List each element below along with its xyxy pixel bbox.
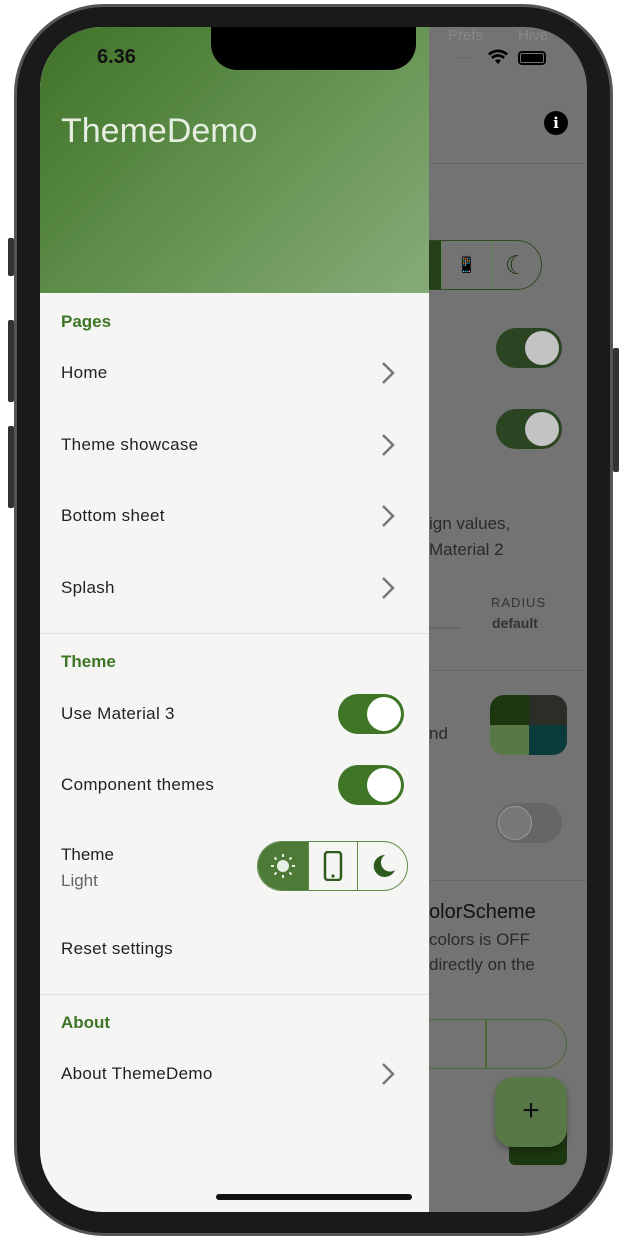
- reset-label: Reset settings: [61, 939, 173, 958]
- sun-icon: [270, 854, 295, 878]
- divider: [429, 163, 587, 164]
- chevron-right-icon: [382, 434, 395, 456]
- notch: [211, 27, 416, 70]
- status-time: 6.36: [97, 46, 136, 68]
- nav-item-about[interactable]: About ThemeDemo: [40, 1044, 429, 1104]
- volume-down-button: [8, 426, 14, 508]
- nav-item-bottom-sheet[interactable]: Bottom sheet: [40, 486, 429, 546]
- wifi-icon: [488, 49, 508, 64]
- bg-text: nd: [429, 724, 448, 743]
- power-button: [613, 348, 619, 472]
- theme-dark-option[interactable]: [357, 842, 407, 890]
- theme-system-option[interactable]: [307, 842, 358, 890]
- bg-text: directly on the: [429, 955, 535, 974]
- fab-add[interactable]: +: [495, 1077, 567, 1147]
- chevron-right-icon: [382, 505, 395, 527]
- reset-settings-item[interactable]: Reset settings: [40, 919, 429, 979]
- navigation-drawer: 6.36 ThemeDemo Pages Home Theme showcase…: [40, 27, 429, 1212]
- radius-label: RADIUS: [491, 595, 547, 610]
- bg-text: colors is OFF: [429, 930, 531, 949]
- moon-icon: [373, 854, 395, 877]
- component-themes-switch[interactable]: [338, 765, 404, 805]
- divider: [40, 633, 429, 634]
- chevron-right-icon: [382, 577, 395, 599]
- section-pages-title: Pages: [61, 312, 112, 331]
- bg-switch-off[interactable]: [496, 803, 562, 843]
- home-indicator[interactable]: [216, 1194, 412, 1200]
- bg-switch[interactable]: [496, 328, 562, 368]
- divider: [40, 994, 429, 995]
- chevron-right-icon: [382, 362, 395, 384]
- nav-item-theme-showcase[interactable]: Theme showcase: [40, 415, 429, 475]
- divider: [429, 670, 587, 671]
- theme-mode-value: Light: [61, 871, 98, 890]
- nav-label: Theme showcase: [61, 435, 199, 454]
- tab-hive[interactable]: Hive: [518, 27, 548, 44]
- phone-icon: [323, 851, 343, 881]
- nav-item-home[interactable]: Home: [40, 343, 429, 403]
- palette-swatch[interactable]: [490, 695, 567, 755]
- bg-text: Material 2: [429, 540, 504, 559]
- tab-prefs[interactable]: Prefs: [448, 27, 483, 44]
- slider-track[interactable]: [429, 627, 461, 629]
- nav-label: Home: [61, 363, 108, 382]
- nav-label: Splash: [61, 578, 115, 597]
- radius-value: default: [492, 615, 538, 631]
- info-icon[interactable]: i: [544, 111, 568, 135]
- volume-up-button: [8, 320, 14, 402]
- section-about-title: About: [61, 1013, 111, 1032]
- mute-switch: [8, 238, 14, 276]
- setting-label: Use Material 3: [61, 704, 175, 723]
- screen: Prefs Hive ···· i 📱 ☾ ign values, Materia…: [40, 27, 587, 1212]
- chevron-right-icon: [382, 1063, 395, 1085]
- nav-item-splash[interactable]: Splash: [40, 558, 429, 618]
- app-title: ThemeDemo: [61, 112, 258, 150]
- setting-label: Component themes: [61, 775, 215, 794]
- bg-heading: olorScheme: [429, 901, 536, 923]
- section-theme-title: Theme: [61, 652, 116, 671]
- theme-mode-toggle[interactable]: [257, 841, 408, 891]
- divider: [429, 880, 587, 881]
- theme-mode-label: Theme: [61, 845, 114, 864]
- theme-light-option[interactable]: [258, 842, 308, 890]
- bg-switch[interactable]: [496, 409, 562, 449]
- nav-label: Bottom sheet: [61, 506, 165, 525]
- nav-label: About ThemeDemo: [61, 1064, 213, 1083]
- bg-text: ign values,: [429, 514, 511, 533]
- signal-icon: ····: [455, 50, 471, 64]
- use-material3-switch[interactable]: [338, 694, 404, 734]
- battery-icon: [518, 51, 546, 65]
